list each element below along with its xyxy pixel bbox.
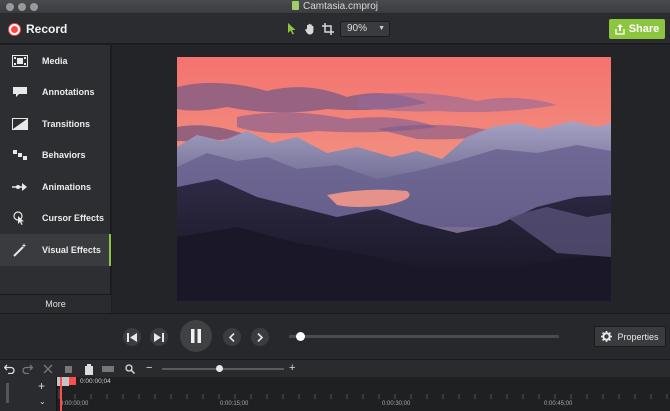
zoom-in-button[interactable]: + (289, 362, 295, 374)
chevron-right-icon (257, 332, 263, 342)
share-button[interactable]: Share (609, 19, 665, 39)
step-back-icon (127, 332, 137, 342)
sidebar-item-label: Media (42, 55, 68, 66)
record-icon (9, 23, 20, 35)
sidebar-item-animations[interactable]: Animations (0, 171, 110, 203)
redo-icon[interactable] (21, 363, 33, 375)
timeline-ruler[interactable]: 0:00:00;00 0:00:15;00 0:00:30;00 0:00:45… (57, 377, 670, 411)
main-toolbar: Record 90% ▼ Share (0, 14, 670, 44)
previous-marker-button[interactable] (223, 328, 241, 346)
sidebar-item-behaviors[interactable]: Behaviors (0, 140, 110, 172)
sidebar-item-label: Visual Effects (42, 244, 101, 255)
chevron-down-icon: ▼ (378, 25, 385, 32)
step-forward-button[interactable] (150, 328, 168, 346)
tick-label: 0:00:45;00 (544, 401, 573, 407)
pan-hand-icon[interactable] (302, 21, 318, 37)
tools-sidebar: Media Annotations Transitions Behaviors … (0, 45, 111, 313)
next-marker-button[interactable] (251, 328, 269, 346)
playhead[interactable] (60, 377, 62, 411)
pause-icon (191, 329, 201, 343)
sidebar-item-label: Cursor Effects (42, 213, 105, 224)
tick-label: 0:00:15;00 (220, 401, 249, 407)
ruler-ticks (58, 389, 668, 399)
behaviors-icon (12, 148, 28, 162)
sidebar-item-annotations[interactable]: Annotations (0, 77, 110, 109)
share-icon (615, 23, 625, 35)
cut-icon[interactable] (42, 363, 54, 375)
more-button[interactable]: More (0, 294, 111, 313)
zoom-out-button[interactable]: − (146, 362, 152, 374)
timeline-zoom-handle[interactable] (216, 365, 224, 372)
chevron-down-icon[interactable]: ⌄ (39, 397, 46, 406)
properties-button[interactable]: Properties (594, 326, 666, 347)
track-header: + ⌄ (0, 377, 57, 411)
playhead-marker[interactable] (69, 377, 76, 385)
select-arrow-icon[interactable] (284, 21, 300, 37)
tick-label: 0:00:30;00 (382, 401, 411, 407)
playhead-flag[interactable] (57, 377, 69, 386)
sidebar-item-label: Transitions (42, 118, 91, 129)
track-grip (6, 383, 9, 403)
sidebar-item-media[interactable]: Media (0, 45, 110, 77)
share-label: Share (628, 23, 660, 35)
sidebar-item-visual-effects[interactable]: Visual Effects (0, 234, 111, 266)
gear-icon (601, 331, 613, 342)
paste-icon[interactable] (83, 363, 95, 375)
zoom-select[interactable]: 90% ▼ (340, 21, 390, 37)
sidebar-item-cursor-effects[interactable]: Cursor Effects (0, 203, 110, 235)
sidebar-item-label: Behaviors (42, 150, 86, 161)
magic-wand-icon (12, 242, 28, 257)
add-track-button[interactable]: + (38, 379, 45, 393)
scrubber-handle[interactable] (295, 332, 305, 341)
sidebar-item-transitions[interactable]: Transitions (0, 108, 110, 140)
zoom-value: 90% (347, 23, 368, 34)
chevron-left-icon (229, 332, 235, 342)
current-time: 0:00:00;04 (80, 378, 111, 385)
copy-icon[interactable] (62, 363, 74, 375)
record-button[interactable]: Record (9, 20, 67, 38)
pause-button[interactable] (180, 320, 212, 352)
crop-icon[interactable] (320, 21, 336, 37)
step-forward-icon (154, 332, 164, 342)
playback-scrubber[interactable] (289, 332, 559, 341)
timeline: + ⌄ 0:00:00;00 0:00:15;00 0:00:30;00 0:0… (0, 377, 670, 411)
window-title: Camtasia.cmproj (0, 1, 670, 12)
playback-controls: Properties (0, 313, 670, 359)
tick-label: 0:00:00;00 (60, 401, 89, 407)
canvas-area (112, 45, 670, 313)
project-file-icon (291, 1, 299, 10)
canvas-tools (284, 21, 336, 37)
record-label: Record (26, 22, 68, 36)
sidebar-item-label: Animations (42, 181, 92, 192)
animation-arrow-icon (12, 180, 28, 194)
title-bar: Camtasia.cmproj (0, 0, 670, 14)
split-icon[interactable] (102, 363, 114, 375)
sidebar-item-label: Annotations (42, 87, 95, 98)
film-strip-icon (12, 54, 28, 68)
zoom-magnifier-icon[interactable] (124, 363, 136, 375)
properties-label: Properties (617, 331, 659, 342)
timeline-toolbar: − + (0, 359, 670, 377)
transition-icon (12, 117, 28, 131)
video-preview[interactable] (177, 57, 611, 301)
step-back-button[interactable] (123, 328, 141, 346)
mountain-sunset-image (177, 57, 611, 301)
speech-bubble-icon (12, 85, 28, 99)
undo-icon[interactable] (3, 363, 15, 375)
cursor-effect-icon (12, 211, 28, 226)
